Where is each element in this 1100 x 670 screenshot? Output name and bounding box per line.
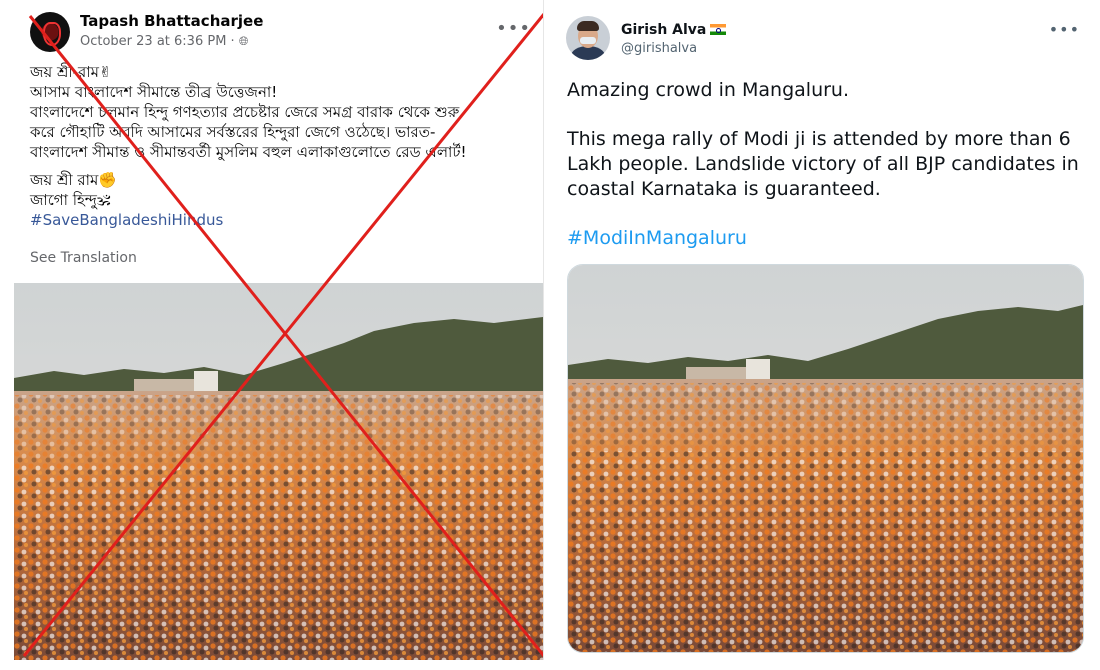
tweet-line: Amazing crowd in Mangaluru.	[567, 79, 850, 101]
crowd-photo-image	[14, 283, 543, 660]
hashtag-link[interactable]: #SaveBangladeshiHindus	[30, 210, 530, 230]
author-name-text: Girish Alva	[621, 22, 707, 38]
facebook-post: Tapash Bhattacharjee October 23 at 6:36 …	[14, 0, 544, 660]
post-line: বাংলাদেশে চলমান হিন্দু গণহত্যার প্রচেষ্ট…	[30, 103, 460, 121]
india-flag-icon	[710, 24, 727, 35]
post-line: বাংলাদেশ সীমান্ত ও সীমান্তবর্তী মুসলিম ব…	[30, 143, 467, 161]
post-line: জয় শ্রী-রাম✌	[30, 63, 112, 81]
see-translation-link[interactable]: See Translation	[30, 250, 137, 266]
post-body: জয় শ্রী-রাম✌ আসাম বাংলাদেশ সীমান্তে তীব…	[30, 62, 530, 230]
hashtag-link[interactable]: #ModiInMangaluru	[567, 226, 1087, 251]
facebook-post-header: Tapash Bhattacharjee October 23 at 6:36 …	[30, 12, 535, 56]
post-photo[interactable]	[14, 283, 543, 660]
post-line: করে গৌহাটি অবদি আসামের সর্বস্তরের হিন্দু…	[30, 123, 436, 141]
twitter-post: Girish Alva @girishalva ••• Amazing crow…	[544, 0, 1100, 670]
globe-icon: 🌐︎	[238, 34, 249, 48]
author-avatar[interactable]	[30, 12, 70, 52]
tweet-line: This mega rally of Modi ji is attended b…	[567, 128, 1079, 200]
author-avatar[interactable]	[566, 16, 610, 60]
more-options-icon[interactable]: •••	[1049, 20, 1080, 39]
post-line: জাগো হিন্দু🕉	[30, 191, 111, 209]
post-line: আসাম বাংলাদেশ সীমান্তে তীব্র উত্তেজনা!	[30, 83, 278, 101]
more-options-icon[interactable]: •••	[496, 18, 531, 39]
timestamp-text: October 23 at 6:36 PM ·	[80, 34, 235, 49]
post-line: জয় শ্রী রাম✊	[30, 171, 118, 189]
author-name[interactable]: Girish Alva	[621, 22, 727, 38]
post-timestamp[interactable]: October 23 at 6:36 PM · 🌐︎	[80, 34, 248, 49]
crowd-photo-image	[568, 265, 1083, 652]
tweet-body: Amazing crowd in Mangaluru. This mega ra…	[567, 78, 1087, 251]
author-name[interactable]: Tapash Bhattacharjee	[80, 12, 263, 30]
author-handle[interactable]: @girishalva	[621, 41, 697, 56]
tweet-photo[interactable]	[567, 264, 1084, 653]
